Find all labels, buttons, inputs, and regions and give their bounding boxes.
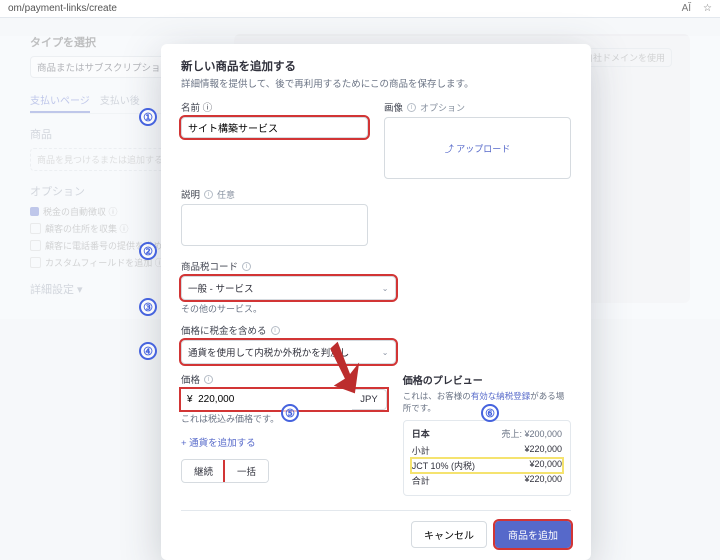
taxcode-select[interactable]: 一般 - サービス⌄ <box>181 276 396 300</box>
name-input[interactable] <box>181 117 368 138</box>
add-currency-link[interactable]: + 通貨を追加する <box>181 435 387 449</box>
badge-4: ④ <box>139 342 157 360</box>
submit-button[interactable]: 商品を追加 <box>495 521 571 548</box>
taxbehavior-select[interactable]: 通貨を使用して内税か外税かを判別し⌄ <box>181 340 396 364</box>
chevron-down-icon: ⌄ <box>382 284 389 293</box>
badge-1: ① <box>139 108 157 126</box>
desc-input[interactable] <box>181 204 368 246</box>
toggle-onetime[interactable]: 一括 <box>225 460 268 482</box>
currency-select[interactable]: JPY <box>352 389 386 410</box>
toggle-continuous[interactable]: 継続 <box>182 460 225 482</box>
add-product-modal: 新しい商品を追加する 詳細情報を提供して、後で再利用するためにこの商品を保存しま… <box>161 44 591 560</box>
modal-subtitle: 詳細情報を提供して、後で再利用するためにこの商品を保存します。 <box>181 76 571 90</box>
taxcode-label: 商品税コード <box>181 259 238 273</box>
info-icon: i <box>242 262 251 271</box>
browser-icons: AĬ ☆ <box>682 3 712 14</box>
desc-optional: 任意 <box>217 188 235 201</box>
image-label: 画像 <box>384 100 403 114</box>
info-icon: i <box>271 326 280 335</box>
preview-box: 日本売上: ¥200,000 小計¥220,000 JCT 10% (内税)¥2… <box>403 420 571 496</box>
modal-title: 新しい商品を追加する <box>181 58 571 74</box>
badge-6: ⑥ <box>481 404 499 422</box>
info-icon: i <box>204 190 213 199</box>
price-label: 価格 <box>181 372 200 386</box>
taxbehavior-label: 価格に税金を含める <box>181 323 267 337</box>
info-icon: i <box>204 375 213 384</box>
cancel-button[interactable]: キャンセル <box>411 521 487 548</box>
price-input[interactable] <box>181 389 352 410</box>
chevron-down-icon: ⌄ <box>382 348 389 357</box>
taxcode-hint: その他のサービス。 <box>181 302 396 315</box>
image-optional: オプション <box>420 101 465 114</box>
url-text: om/payment-links/create <box>8 3 117 14</box>
recurring-toggle[interactable]: 継続 一括 <box>181 459 269 483</box>
preview-title: 価格のプレビュー <box>403 372 571 387</box>
badge-5: ⑤ <box>281 404 299 422</box>
badge-3: ③ <box>139 298 157 316</box>
image-upload[interactable]: ⤴ アップロード <box>384 117 571 179</box>
badge-2: ② <box>139 242 157 260</box>
text-size-icon: AĬ <box>682 3 691 14</box>
info-icon: i <box>407 103 416 112</box>
desc-label: 説明 <box>181 187 200 201</box>
star-icon: ☆ <box>703 3 712 14</box>
name-label: 名前 ⓘ <box>181 100 212 114</box>
